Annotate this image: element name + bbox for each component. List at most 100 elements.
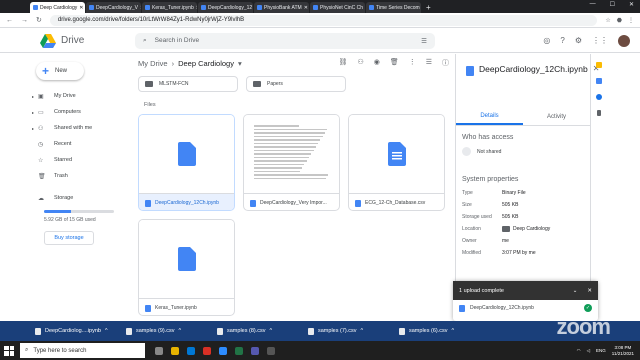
taskbar-search[interactable]: ⌕ Type here to search xyxy=(20,343,145,358)
download-item[interactable]: samples (6).csv ^ xyxy=(399,327,474,335)
caret-right-icon[interactable]: ▸ xyxy=(32,126,34,131)
search-icon[interactable]: ⌕ xyxy=(143,37,147,45)
browser-tab[interactable]: Keras_Tuner.ipynb✕ xyxy=(142,2,197,13)
link-icon[interactable]: ⛓ xyxy=(339,58,348,68)
file-explorer-icon[interactable] xyxy=(171,346,179,355)
chevron-up-icon[interactable]: ^ xyxy=(361,328,364,334)
buy-storage-button[interactable]: Buy storage xyxy=(44,231,94,245)
download-item[interactable]: samples (7).csv ^ xyxy=(308,327,383,335)
menu-dots-icon[interactable]: ⋮ xyxy=(628,17,634,24)
download-item[interactable]: samples (8).csv ^ xyxy=(217,327,292,335)
minimize-icon[interactable]: — xyxy=(590,1,596,8)
task-view-icon[interactable] xyxy=(155,346,163,355)
tab-details[interactable]: Details xyxy=(456,108,523,125)
folder-item[interactable]: Papers xyxy=(246,76,346,92)
tasks-icon[interactable] xyxy=(595,78,602,84)
browser-tab[interactable]: DeepCardiology_V✕ xyxy=(86,2,141,13)
tab-close-icon[interactable]: ✕ xyxy=(304,5,308,11)
download-name: samples (9).csv xyxy=(136,328,175,334)
chevron-up-icon[interactable]: ^ xyxy=(452,328,455,334)
reload-icon[interactable]: ↻ xyxy=(36,16,42,24)
new-button[interactable]: + New xyxy=(36,62,84,80)
favicon-icon xyxy=(201,5,206,10)
folder-item[interactable]: MLSTM-FCN xyxy=(138,76,238,92)
chevron-up-icon[interactable]: ^ xyxy=(105,328,108,334)
zoom-app-icon[interactable] xyxy=(219,346,227,355)
file-card[interactable]: Keras_Tuner.ipynb xyxy=(138,219,235,316)
file-card[interactable]: DeepCardiology_12Ch.ipynb xyxy=(138,114,235,211)
apps-grid-icon[interactable]: ⋮⋮ xyxy=(592,36,608,45)
info-icon[interactable]: ⓘ xyxy=(442,58,449,68)
lang-indicator[interactable]: ENG xyxy=(596,348,606,353)
toast-close-icon[interactable]: ✕ xyxy=(587,288,592,294)
sidebar-item-storage[interactable]: ☁ Storage xyxy=(0,190,130,206)
chevron-up-icon[interactable]: ^ xyxy=(179,328,182,334)
preview-eye-icon[interactable]: ◉ xyxy=(374,58,380,68)
sidebar-item-computers[interactable]: ▸ ▭ Computers xyxy=(0,104,130,120)
browser-tab[interactable]: Time Series Decom✕ xyxy=(366,2,421,13)
caret-right-icon[interactable]: ▸ xyxy=(32,94,34,99)
offline-icon[interactable]: ◎ xyxy=(543,36,550,45)
caret-right-icon[interactable]: ▸ xyxy=(32,110,34,115)
file-card[interactable]: ECG_12-Ch_Database.csv xyxy=(348,114,445,211)
new-tab-icon[interactable]: + xyxy=(426,2,431,13)
volume-icon[interactable]: ◁ xyxy=(587,348,590,354)
maximize-icon[interactable]: ☐ xyxy=(610,1,615,8)
more-icon[interactable]: ⋮ xyxy=(409,58,416,68)
sidebar-item-my-drive[interactable]: ▸ ▣ My Drive xyxy=(0,88,130,104)
sidebar-item-starred[interactable]: ☆ Starred xyxy=(0,152,130,168)
windows-start-icon[interactable] xyxy=(4,345,14,356)
tab-activity[interactable]: Activity xyxy=(523,108,590,125)
tab-close-icon[interactable]: ✕ xyxy=(79,5,83,11)
avatar[interactable] xyxy=(618,34,630,47)
url-field[interactable]: drive.google.com/drive/folders/10rLtWrW8… xyxy=(49,14,598,26)
download-item[interactable]: samples (9).csv ^ xyxy=(126,327,201,335)
settings-gear-icon[interactable]: ⚙ xyxy=(575,36,582,45)
tab-close-icon[interactable]: ✕ xyxy=(140,5,141,11)
sidebar-item-trash[interactable]: 🗑 Trash xyxy=(0,168,130,184)
browser-tab[interactable]: Deep Cardiology ✕ xyxy=(30,2,85,13)
download-item[interactable]: DeepCardiolog....ipynb ^ xyxy=(35,327,110,335)
keep-icon[interactable] xyxy=(595,62,602,68)
breadcrumb-root[interactable]: My Drive xyxy=(138,59,168,68)
file-icon xyxy=(399,327,405,335)
close-window-icon[interactable]: ✕ xyxy=(629,1,634,8)
prop-row: Storage used 505 KB xyxy=(456,211,590,223)
file-card[interactable]: DeepCardiology_Very Impor... xyxy=(243,114,340,211)
teams-icon[interactable] xyxy=(251,346,259,355)
sidebar-item-shared-with-me[interactable]: ▸ ⚇ Shared with me xyxy=(0,120,130,136)
search-box[interactable]: ⌕ Search in Drive ☰ xyxy=(135,32,435,49)
share-icon[interactable]: ⚇ xyxy=(357,58,363,68)
list-view-icon[interactable]: ☰ xyxy=(426,58,432,68)
delete-icon[interactable]: 🗑 xyxy=(390,58,399,68)
edge-icon[interactable] xyxy=(187,346,195,355)
drive-logo[interactable]: Drive xyxy=(0,33,135,48)
app-icon[interactable] xyxy=(267,346,275,355)
tab-close-icon[interactable]: ✕ xyxy=(196,5,197,11)
browser-tab[interactable]: PhysioBank ATM ✕ xyxy=(254,2,309,13)
search-options-icon[interactable]: ☰ xyxy=(421,37,427,45)
forward-icon[interactable]: → xyxy=(21,17,28,24)
collapse-chevron-icon[interactable]: ⌄ xyxy=(573,288,578,294)
sidebar-item-recent[interactable]: ◷ Recent xyxy=(0,136,130,152)
chevron-down-icon[interactable]: ▾ xyxy=(238,59,242,68)
help-icon[interactable]: ? xyxy=(560,36,564,45)
breadcrumb-current[interactable]: Deep Cardiology xyxy=(178,59,234,68)
storage-label: Storage xyxy=(54,195,74,201)
clock-icon: ◷ xyxy=(38,141,44,148)
back-icon[interactable]: ← xyxy=(6,17,13,24)
browser-tab[interactable]: DeepCardiology_12 ✕ xyxy=(198,2,253,13)
chrome-icon[interactable] xyxy=(203,346,211,355)
calendar-icon[interactable] xyxy=(595,94,602,100)
clock[interactable]: 3:08 PM 11/21/2021 xyxy=(612,345,634,357)
preview-line xyxy=(253,163,305,165)
excel-icon[interactable] xyxy=(235,346,243,355)
wifi-icon[interactable]: ◠ xyxy=(577,348,581,354)
star-bookmark-icon[interactable]: ☆ xyxy=(605,17,610,24)
add-addon-icon[interactable] xyxy=(596,110,601,116)
nav-list: ▸ ▣ My Drive ▸ ▭ Computers ▸ ⚇ Shared with me ◷ Re… xyxy=(0,88,130,184)
preview-line xyxy=(253,177,326,179)
browser-tab[interactable]: PhysioNet CinC Ch✕ xyxy=(310,2,365,13)
chevron-up-icon[interactable]: ^ xyxy=(270,328,273,334)
extension-icon[interactable]: ⬣ xyxy=(617,17,622,24)
